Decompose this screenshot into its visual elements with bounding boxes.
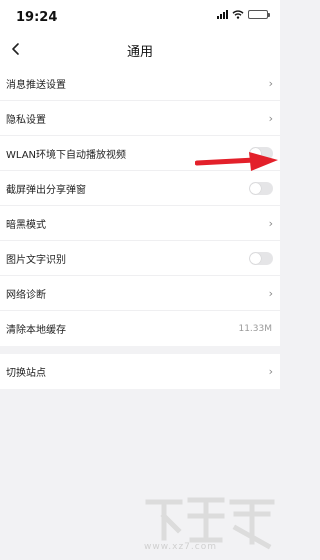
setting-dark-mode[interactable]: 暗黑模式 › — [0, 206, 280, 241]
cache-size-value: 11.33M — [238, 323, 272, 334]
battery-icon — [248, 10, 270, 19]
setting-push[interactable]: 消息推送设置 › — [0, 66, 280, 101]
status-bar: 19:24 — [0, 0, 280, 33]
setting-label: 消息推送设置 — [6, 79, 66, 91]
setting-label: 清除本地缓存 — [6, 325, 66, 336]
wifi-icon — [232, 10, 244, 19]
setting-label: 隐私设置 — [6, 114, 46, 126]
signal-icon — [217, 10, 228, 19]
setting-switch-site[interactable]: 切换站点 › — [0, 354, 280, 389]
section-gap — [0, 346, 280, 354]
chevron-right-icon: › — [268, 76, 273, 90]
setting-label: 图片文字识别 — [6, 254, 66, 266]
setting-label: 截屏弹出分享弹窗 — [6, 184, 86, 196]
screenshot-share-toggle[interactable] — [249, 181, 273, 195]
chevron-right-icon: › — [268, 111, 273, 125]
page-title: 通用 — [126, 45, 153, 60]
annotation-arrow-icon — [195, 152, 278, 171]
setting-clear-cache[interactable]: 清除本地缓存 11.33M — [0, 311, 280, 346]
chevron-right-icon: › — [268, 286, 273, 300]
setting-label: 暗黑模式 — [6, 219, 46, 231]
status-time: 19:24 — [16, 10, 58, 25]
setting-screenshot-share: 截屏弹出分享弹窗 — [0, 171, 280, 206]
chevron-right-icon: › — [268, 365, 273, 378]
nav-bar: 通用 — [0, 33, 280, 66]
setting-image-ocr: 图片文字识别 — [0, 241, 280, 276]
setting-label: 切换站点 — [6, 368, 46, 379]
setting-label: 网络诊断 — [6, 289, 46, 301]
site-group: 切换站点 › — [0, 354, 280, 389]
watermark-text: www.xz7.com — [144, 542, 217, 552]
settings-list: 消息推送设置 › 隐私设置 › WLAN环境下自动播放视频 截屏弹出分享弹窗 暗… — [0, 66, 280, 346]
setting-label: WLAN环境下自动播放视频 — [6, 149, 127, 161]
status-icons — [217, 10, 270, 19]
image-ocr-toggle[interactable] — [249, 251, 273, 265]
setting-network-diagnosis[interactable]: 网络诊断 › — [0, 276, 280, 311]
setting-privacy[interactable]: 隐私设置 › — [0, 101, 280, 136]
chevron-right-icon: › — [268, 216, 273, 230]
